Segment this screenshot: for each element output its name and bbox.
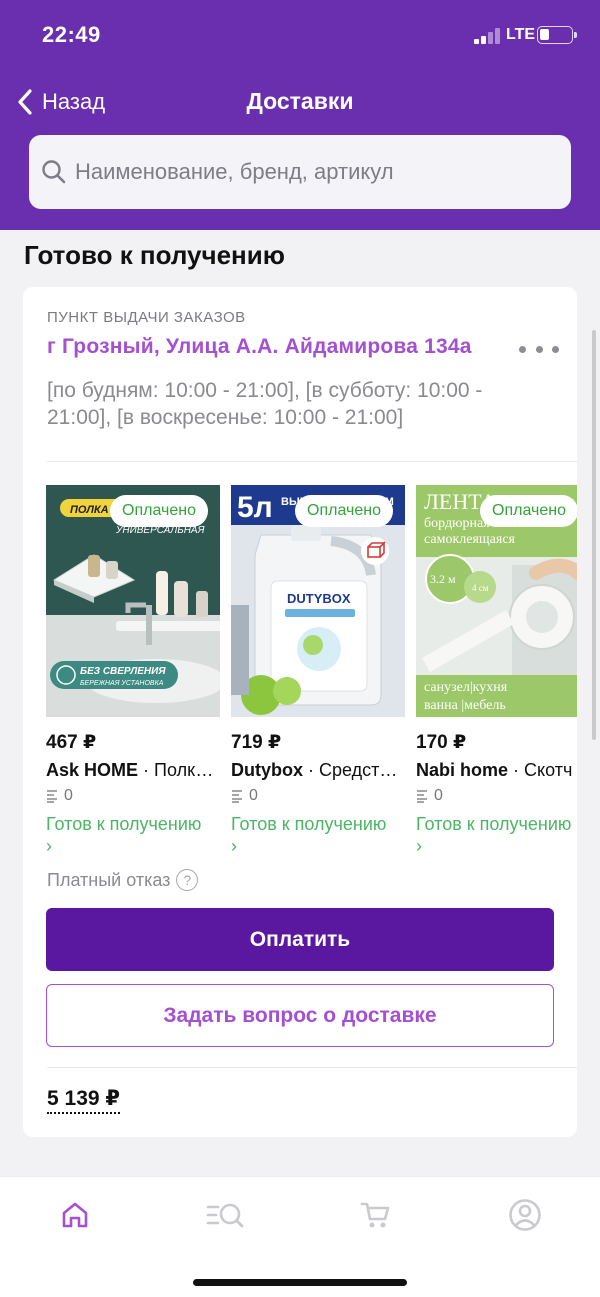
reviews-count: 0 — [416, 787, 577, 805]
product-price: 719 ₽ — [231, 732, 282, 753]
svg-text:DUTYBOX: DUTYBOX — [287, 591, 351, 606]
paid-refusal: Платный отказ ? — [47, 869, 199, 891]
paid-badge: Оплачено — [295, 495, 393, 527]
product-card[interactable]: 5л ВЫГОДНЫЙ ОБЪЕМ DUTYBOX Опла — [231, 485, 405, 857]
more-options-icon[interactable] — [519, 337, 559, 361]
home-indicator[interactable] — [193, 1279, 407, 1286]
pay-button[interactable]: Оплатить — [46, 908, 554, 971]
signal-icon — [474, 28, 500, 44]
product-price: 170 ₽ — [416, 732, 467, 753]
product-card[interactable]: ПОЛКА УНИВЕРСАЛЬНАЯ БЕЗ СВЕРЛЕНИЯ БЕРЕЖН… — [46, 485, 220, 857]
reviews-icon — [417, 790, 427, 803]
page-title: Доставки — [246, 88, 354, 114]
scrollbar[interactable] — [592, 330, 596, 740]
pickup-address[interactable]: г Грозный, Улица А.А. Айдамирова 134а — [47, 335, 472, 359]
order-total[interactable]: 5 139 ₽ — [47, 1086, 120, 1114]
paid-refusal-label: Платный отказ — [47, 869, 171, 890]
svg-text:бордюрная: бордюрная — [424, 516, 490, 531]
status-bar: 22:49 LTE — [0, 0, 600, 70]
reviews-icon — [232, 790, 242, 803]
pickup-point-label: ПУНКТ ВЫДАЧИ ЗАКАЗОВ — [47, 309, 246, 326]
cart-icon[interactable] — [355, 1195, 395, 1235]
product-status[interactable]: Готов к получению › — [46, 813, 220, 857]
search-icon — [42, 160, 66, 184]
search-bar[interactable] — [29, 135, 571, 209]
svg-text:БЕЗ СВЕРЛЕНИЯ: БЕЗ СВЕРЛЕНИЯ — [80, 666, 166, 677]
reviews-count: 0 — [46, 787, 220, 805]
svg-text:4 см: 4 см — [472, 583, 489, 593]
profile-icon[interactable] — [505, 1195, 545, 1235]
search-input[interactable] — [75, 159, 555, 185]
product-image[interactable]: 5л ВЫГОДНЫЙ ОБЪЕМ DUTYBOX Опла — [231, 485, 405, 717]
svg-text:санузел|кухня: санузел|кухня — [424, 680, 508, 695]
divider — [47, 1067, 577, 1068]
home-icon[interactable] — [55, 1195, 95, 1235]
svg-text:ПОЛКА: ПОЛКА — [70, 504, 109, 516]
delivery-card: ПУНКТ ВЫДАЧИ ЗАКАЗОВ г Грозный, Улица А.… — [23, 287, 577, 1137]
catalog-search-icon[interactable] — [205, 1195, 245, 1235]
product-name: Nabi home · Скотч — [416, 760, 573, 780]
pickup-hours: [по будням: 10:00 - 21:00], [в субботу: … — [47, 379, 483, 429]
svg-text:3.2 м: 3.2 м — [430, 572, 456, 586]
help-icon[interactable]: ? — [176, 869, 199, 891]
reviews-icon — [47, 790, 57, 803]
paid-badge: Оплачено — [480, 495, 577, 527]
product-status[interactable]: Готов к получению › — [416, 813, 577, 857]
product-price: 467 ₽ — [46, 732, 97, 753]
section-title: Готово к получению — [24, 240, 285, 270]
header: 22:49 LTE Назад Доставки — [0, 0, 600, 230]
product-name: Dutybox · Средство для посудомоечной маш… — [231, 760, 405, 780]
product-image[interactable]: ЛЕНТА бордюрная самоклеящаяся 3.2 м 4 см… — [416, 485, 577, 717]
divider — [47, 461, 577, 462]
svg-text:ванна |мебель: ванна |мебель — [424, 698, 506, 713]
svg-text:БЕРЕЖНАЯ УСТАНОВКА: БЕРЕЖНАЯ УСТАНОВКА — [80, 680, 164, 687]
svg-text:самоклеящаяся: самоклеящаяся — [424, 532, 516, 547]
product-name: Ask HOME · Полка для ванной — [46, 760, 220, 780]
paid-badge: Оплачено — [110, 495, 208, 527]
ask-delivery-question-button[interactable]: Задать вопрос о доставке — [46, 984, 554, 1047]
product-image[interactable]: ПОЛКА УНИВЕРСАЛЬНАЯ БЕЗ СВЕРЛЕНИЯ БЕРЕЖН… — [46, 485, 220, 717]
svg-text:5л: 5л — [237, 491, 273, 524]
network-type: LTE — [506, 26, 536, 43]
product-card[interactable]: ЛЕНТА бордюрная самоклеящаяся 3.2 м 4 см… — [416, 485, 577, 857]
reviews-count: 0 — [231, 787, 405, 805]
product-status[interactable]: Готов к получению › — [231, 813, 405, 857]
status-time: 22:49 — [42, 22, 101, 47]
battery-icon — [537, 26, 577, 44]
